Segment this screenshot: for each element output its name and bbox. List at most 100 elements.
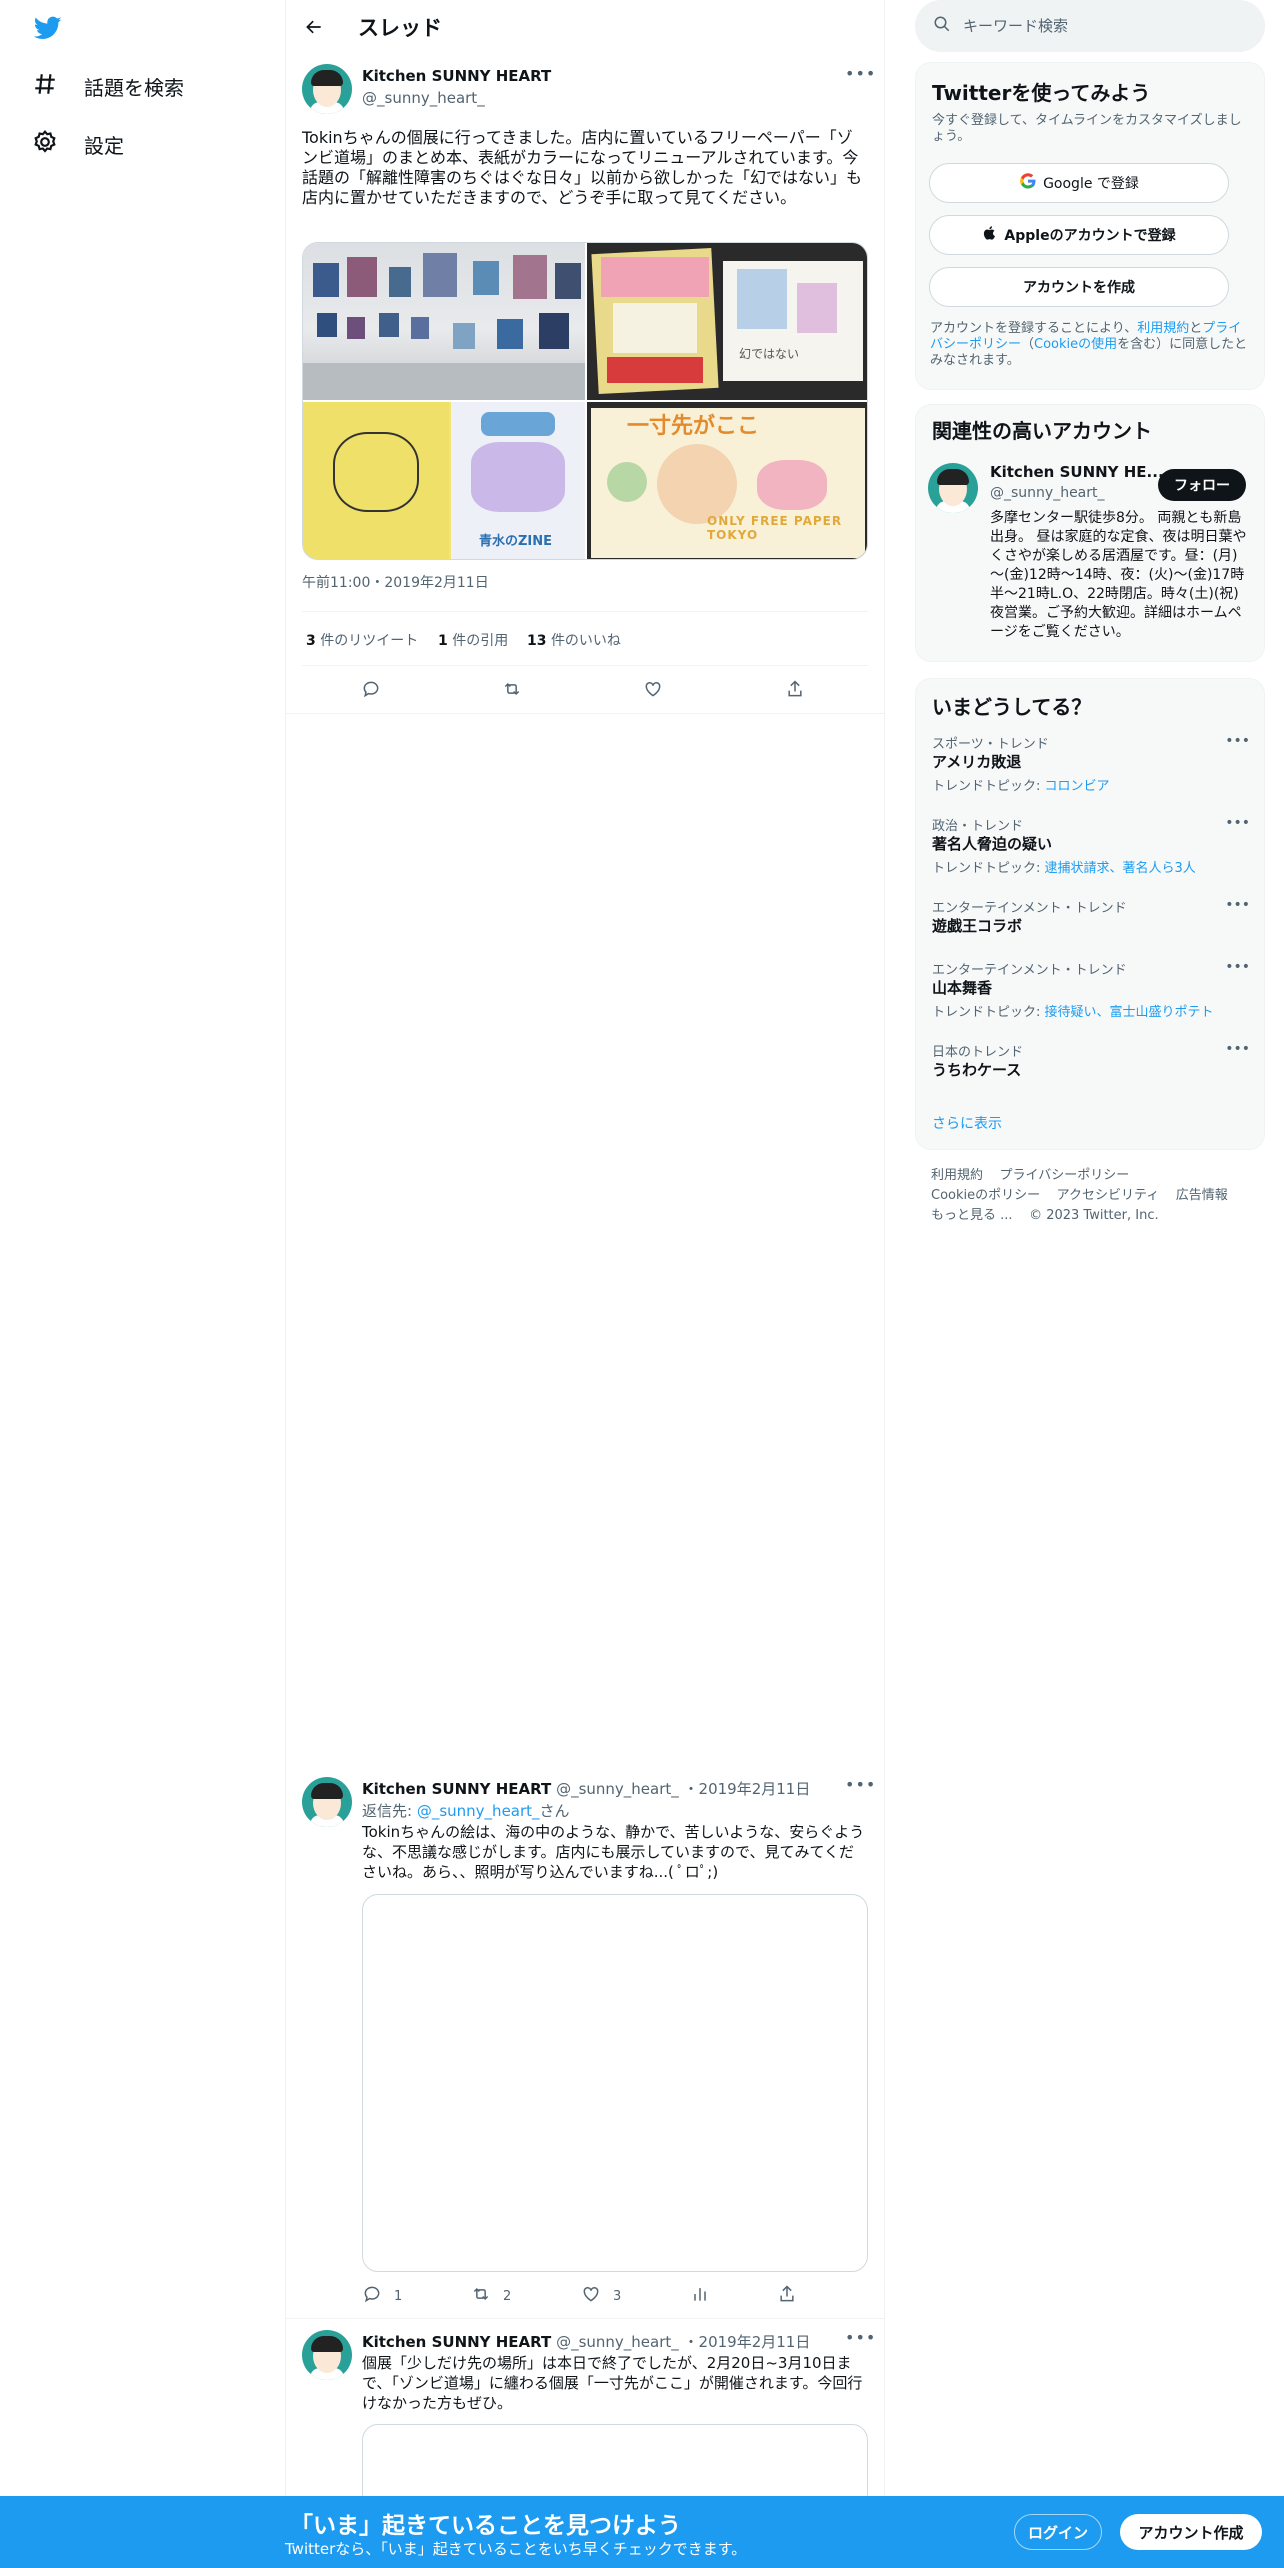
trend-topic-link[interactable]: 逮捕状請求、著名人ら3人 [1045, 861, 1196, 876]
avatar[interactable] [302, 2330, 352, 2380]
author-name[interactable]: Kitchen SUNNY HEART [362, 2333, 551, 2351]
author-handle[interactable]: @_sunny_heart_ [556, 2333, 679, 2351]
trend-item[interactable]: スポーツ・トレンド アメリカ敗退 トレンドトピック: コロンビア ••• [916, 733, 1264, 803]
author-name[interactable]: Kitchen SUNNY HEART [362, 1780, 551, 1798]
cookie-link[interactable]: Cookieの使用 [1034, 337, 1117, 352]
reply-button[interactable] [361, 679, 381, 703]
twitter-logo-icon[interactable] [32, 14, 64, 42]
create-account-button[interactable]: アカウントを作成 [929, 267, 1229, 307]
trend-name: うちわケース [932, 1061, 1022, 1079]
retweet-count[interactable]: 3 件のリツイート [306, 630, 418, 650]
like-count: 3 [613, 2288, 622, 2304]
photo-2[interactable]: 幻ではない [587, 243, 867, 400]
sidebar: Twitterを使ってみよう 今すぐ登録して、タイムラインをカスタマイズしましょ… [915, 0, 1265, 2568]
author-handle[interactable]: @_sunny_heart_ [362, 89, 485, 107]
trend-item[interactable]: 日本のトレンド うちわケース ••• [916, 1041, 1264, 1089]
share-button[interactable] [777, 2284, 797, 2308]
footer-ads[interactable]: 広告情報 [1176, 1188, 1228, 1203]
show-more-link[interactable]: さらに表示 [932, 1113, 1002, 1133]
avatar[interactable] [928, 463, 978, 513]
reply-1-media[interactable] [362, 1894, 868, 2272]
divider [302, 665, 868, 666]
reply-to-link[interactable]: @_sunny_heart_ [417, 1802, 540, 1820]
footer-cookie[interactable]: Cookieのポリシー [931, 1188, 1040, 1203]
reply-1-text: Tokinちゃんの絵は、海の中のような、静かで、苦しいような、安らぐような、不思… [362, 1823, 865, 1881]
reply-icon [361, 679, 381, 703]
related-title: 関連性の高いアカウント [932, 419, 1152, 443]
trend-name: アメリカ敗退 [932, 753, 1022, 771]
avatar[interactable] [302, 64, 352, 114]
trend-topic: トレンドトピック: コロンビア [932, 779, 1110, 794]
more-options-icon[interactable]: ••• [845, 1777, 875, 1801]
author-handle[interactable]: @_sunny_heart_ [556, 1780, 679, 1798]
trend-item[interactable]: 政治・トレンド 著名人脅迫の疑い トレンドトピック: 逮捕状請求、著名人ら3人 … [916, 815, 1264, 885]
more-options-icon[interactable]: ••• [1225, 1041, 1250, 1057]
nav-explore[interactable]: 話題を検索 [32, 66, 184, 106]
back-arrow-icon[interactable] [298, 11, 330, 43]
photo-4-caption: 一寸先がここ [627, 414, 760, 439]
analytics-icon [690, 2284, 710, 2308]
retweet-button[interactable] [502, 679, 522, 703]
more-options-icon[interactable]: ••• [1225, 897, 1250, 913]
follow-button[interactable]: フォロー [1158, 469, 1246, 501]
footer-privacy[interactable]: プライバシーポリシー [1000, 1168, 1130, 1183]
apple-signup-button[interactable]: Appleのアカウントで登録 [929, 215, 1229, 255]
login-button[interactable]: ログイン [1014, 2514, 1102, 2550]
terms-link[interactable]: 利用規約 [1137, 321, 1189, 336]
search-input[interactable] [963, 17, 1243, 35]
reply-1-header: Kitchen SUNNY HEART @_sunny_heart_ ・2019… [362, 1778, 810, 1799]
tweet-timestamp[interactable]: 午前11:00・2019年2月11日 [302, 575, 489, 591]
trend-topic-link[interactable]: コロンビア [1045, 779, 1110, 794]
tweet-date[interactable]: ・2019年2月11日 [684, 1780, 811, 1798]
trend-name: 遊戯王コラボ [932, 917, 1023, 935]
share-button[interactable] [785, 679, 805, 703]
gear-icon [32, 129, 58, 160]
more-options-icon[interactable]: ••• [1225, 959, 1250, 975]
more-options-icon[interactable]: ••• [845, 66, 875, 90]
signup-button[interactable]: アカウント作成 [1120, 2514, 1262, 2550]
more-options-icon[interactable]: ••• [1225, 815, 1250, 831]
author-name[interactable]: Kitchen SUNNY HEART [362, 67, 551, 85]
signup-card: Twitterを使ってみよう 今すぐ登録して、タイムラインをカスタマイズしましょ… [915, 62, 1265, 390]
photo-2-caption: 幻ではない [739, 347, 800, 361]
footer-copyright: © 2023 Twitter, Inc. [1029, 1208, 1159, 1223]
sidebar-footer: 利用規約 プライバシーポリシー Cookieのポリシー アクセシビリティ 広告情… [931, 1166, 1251, 1226]
more-options-icon[interactable]: ••• [1225, 733, 1250, 749]
photo-3[interactable]: 青水のZINE [303, 402, 585, 559]
page-title: スレッド [358, 16, 442, 40]
related-name[interactable]: Kitchen SUNNY HE... [990, 463, 1164, 481]
signup-desc: 今すぐ登録して、タイムラインをカスタマイズしましょう。 [932, 113, 1242, 144]
like-button[interactable] [643, 679, 663, 703]
reply-button[interactable]: 1 [362, 2284, 402, 2308]
trend-topic: トレンドトピック: 接待疑い、富士山盛りポテト [932, 1005, 1214, 1020]
views-button[interactable] [690, 2284, 710, 2308]
trend-item[interactable]: エンターテインメント・トレンド 遊戯王コラボ ••• [916, 897, 1264, 945]
create-account-label: アカウントを作成 [1023, 280, 1135, 296]
left-nav: 話題を検索 設定 [0, 0, 285, 2568]
related-handle[interactable]: @_sunny_heart_ [990, 485, 1105, 501]
footer-more[interactable]: もっと見る ... [931, 1208, 1013, 1223]
signup-title: Twitterを使ってみよう [932, 81, 1151, 105]
like-button[interactable]: 3 [581, 2284, 621, 2308]
nav-settings-label: 設定 [84, 133, 124, 158]
retweet-button[interactable]: 2 [471, 2284, 511, 2308]
google-signup-label: Google で登録 [1043, 176, 1139, 192]
google-signup-button[interactable]: Google で登録 [929, 163, 1229, 203]
like-count[interactable]: 13 件のいいね [527, 630, 621, 650]
photo-1[interactable] [303, 243, 585, 400]
trend-item[interactable]: エンターテインメント・トレンド 山本舞香 トレンドトピック: 接待疑い、富士山盛… [916, 959, 1264, 1029]
divider [286, 2318, 884, 2319]
reply-2-header: Kitchen SUNNY HEART @_sunny_heart_ ・2019… [362, 2331, 810, 2352]
footer-terms[interactable]: 利用規約 [931, 1168, 983, 1183]
search-box[interactable] [915, 0, 1265, 52]
more-options-icon[interactable]: ••• [845, 2330, 875, 2354]
search-icon [933, 15, 951, 37]
trend-topic-link[interactable]: 接待疑い、富士山盛りポテト [1045, 1005, 1214, 1020]
quote-count[interactable]: 1 件の引用 [438, 630, 508, 650]
nav-settings[interactable]: 設定 [32, 124, 124, 164]
avatar[interactable] [302, 1777, 352, 1827]
trend-meta: エンターテインメント・トレンド [932, 963, 1127, 978]
footer-accessibility[interactable]: アクセシビリティ [1057, 1188, 1160, 1203]
tweet-date[interactable]: ・2019年2月11日 [684, 2333, 811, 2351]
photo-4[interactable]: 一寸先がここ ONLY FREE PAPER TOKYO [587, 402, 867, 559]
